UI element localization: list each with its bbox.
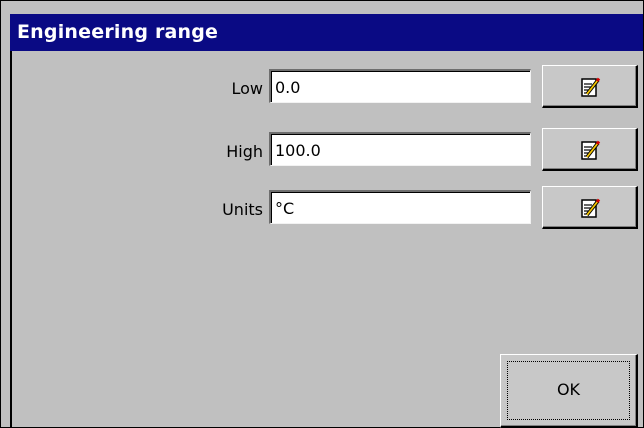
low-label: Low [231, 79, 263, 98]
low-input[interactable]: 0.0 [269, 69, 531, 103]
row-high: High 100.0 [1, 128, 643, 172]
dialog-title: Engineering range [17, 21, 219, 43]
edit-notepad-icon [581, 77, 601, 97]
units-value: °C [275, 199, 295, 218]
title-bar: Engineering range [10, 14, 643, 51]
units-label: Units [222, 200, 263, 219]
high-value: 100.0 [275, 141, 321, 160]
high-input[interactable]: 100.0 [269, 132, 531, 166]
high-label: High [226, 142, 263, 161]
low-edit-button[interactable] [542, 65, 638, 108]
units-edit-button[interactable] [542, 186, 638, 229]
row-low: Low 0.0 [1, 65, 643, 109]
ok-label: OK [556, 380, 581, 399]
units-input[interactable]: °C [269, 190, 531, 224]
low-value: 0.0 [275, 78, 301, 97]
engineering-range-dialog: Engineering range Low 0.0 High 100.0 Uni… [0, 0, 644, 428]
edit-notepad-icon [581, 198, 601, 218]
row-units: Units °C [1, 186, 643, 230]
ok-button[interactable]: OK [500, 354, 638, 428]
edit-notepad-icon [581, 140, 601, 160]
high-edit-button[interactable] [542, 128, 638, 171]
